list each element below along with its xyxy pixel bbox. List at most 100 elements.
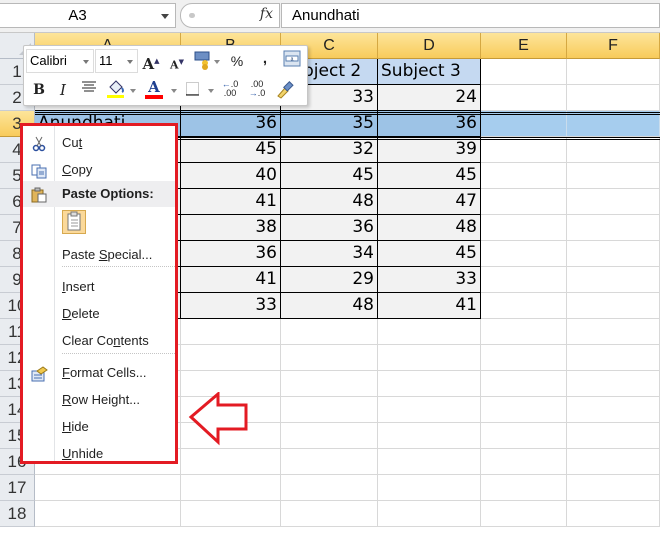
italic-button[interactable]: I [54,80,72,100]
table-cell-subject1[interactable]: 41 [181,189,281,215]
table-cell-subject2[interactable]: 48 [281,189,378,215]
cell-c12[interactable] [281,345,378,371]
grow-font-button[interactable]: A▲ [142,51,160,73]
table-cell-subject3[interactable]: 41 [378,293,481,319]
cell-d11[interactable] [378,319,481,345]
cell-b12[interactable] [181,345,281,371]
menu-item-row-height[interactable]: Row Height... [23,387,175,413]
decrease-decimal-button[interactable]: .00 →.0 [248,80,266,100]
formula-input[interactable]: Anundhati [281,3,660,28]
cell-f16[interactable] [567,449,660,475]
table-cell-subject1[interactable]: 36 [181,111,281,137]
table-cell-subject3[interactable]: 45 [378,241,481,267]
cell-f17[interactable] [567,475,660,501]
cell-d14[interactable] [378,397,481,423]
table-cell-subject2[interactable]: 48 [281,293,378,319]
increase-decimal-button[interactable]: ←.0.00 [221,80,239,100]
cell-e1[interactable] [481,59,567,85]
cell-e5[interactable] [481,163,567,189]
cell-f11[interactable] [567,319,660,345]
cell-f15[interactable] [567,423,660,449]
cell-f5[interactable] [567,163,660,189]
cell-e9[interactable] [481,267,567,293]
cell-f4[interactable] [567,137,660,163]
cell-e8[interactable] [481,241,567,267]
paste-option-button[interactable] [62,210,86,234]
cell-f9[interactable] [567,267,660,293]
table-cell-subject3[interactable]: 45 [378,163,481,189]
cell-f6[interactable] [567,189,660,215]
cell-c17[interactable] [281,475,378,501]
cell-c11[interactable] [281,319,378,345]
menu-item-paste-special[interactable]: Paste Special... [23,242,175,268]
table-cell-subject2[interactable]: 35 [281,111,378,137]
column-header-d[interactable]: D [378,33,481,59]
borders-dropdown[interactable] [207,80,215,100]
cell-e16[interactable] [481,449,567,475]
cell-c16[interactable] [281,449,378,475]
cell-d18[interactable] [378,501,481,527]
fill-color-button[interactable] [106,78,124,98]
cell-b11[interactable] [181,319,281,345]
menu-item-copy[interactable]: Copy [23,157,175,183]
table-cell-subject3[interactable]: 39 [378,137,481,163]
font-name-select[interactable]: Calibri [26,49,94,73]
cell-e7[interactable] [481,215,567,241]
cell-f3[interactable] [567,111,660,137]
bold-button[interactable]: B [30,80,48,100]
cell-e6[interactable] [481,189,567,215]
menu-item-delete[interactable]: Delete [23,301,175,327]
table-cell-subject2[interactable]: 29 [281,267,378,293]
cell-e2[interactable] [481,85,567,111]
table-cell-subject1[interactable]: 33 [181,293,281,319]
cell-e4[interactable] [481,137,567,163]
cell-f13[interactable] [567,371,660,397]
cell-e18[interactable] [481,501,567,527]
fill-color-dropdown[interactable] [129,80,137,100]
percent-button[interactable]: % [228,51,246,71]
cell-f12[interactable] [567,345,660,371]
table-header-d[interactable]: Subject 3 [378,59,481,85]
cell-c15[interactable] [281,423,378,449]
cell-e13[interactable] [481,371,567,397]
column-header-f[interactable]: F [567,33,660,59]
cell-a18[interactable] [35,501,181,527]
name-box-dropdown-icon[interactable] [161,14,169,19]
cell-d12[interactable] [378,345,481,371]
table-cell-subject1[interactable]: 40 [181,163,281,189]
comma-button[interactable]: , [256,49,274,69]
cell-f18[interactable] [567,501,660,527]
cell-d17[interactable] [378,475,481,501]
cell-d16[interactable] [378,449,481,475]
table-cell-subject2[interactable]: 36 [281,215,378,241]
row-header-18[interactable]: 18 [0,501,35,527]
table-cell-subject3[interactable]: 36 [378,111,481,137]
cell-e10[interactable] [481,293,567,319]
row-header-17[interactable]: 17 [0,475,35,501]
cell-c14[interactable] [281,397,378,423]
cell-e11[interactable] [481,319,567,345]
table-cell-subject2[interactable]: 34 [281,241,378,267]
cell-d13[interactable] [378,371,481,397]
menu-item-insert[interactable]: Insert [23,274,175,300]
cell-b17[interactable] [181,475,281,501]
cell-c18[interactable] [281,501,378,527]
cell-f7[interactable] [567,215,660,241]
cell-c13[interactable] [281,371,378,397]
cell-f14[interactable] [567,397,660,423]
cell-b18[interactable] [181,501,281,527]
table-cell-subject3[interactable]: 24 [378,85,481,111]
table-cell-subject1[interactable]: 36 [181,241,281,267]
table-cell-subject1[interactable]: 38 [181,215,281,241]
cell-b16[interactable] [181,449,281,475]
cell-f1[interactable] [567,59,660,85]
cell-e17[interactable] [481,475,567,501]
cell-e15[interactable] [481,423,567,449]
cell-e14[interactable] [481,397,567,423]
menu-item-hide[interactable]: Hide [23,414,175,440]
format-painter-button[interactable] [275,79,294,99]
table-cell-subject1[interactable]: 45 [181,137,281,163]
menu-item-clear-contents[interactable]: Clear Contents [23,328,175,354]
insert-function-icon[interactable]: fx [260,6,273,22]
menu-item-cut[interactable]: Cut [23,130,175,156]
